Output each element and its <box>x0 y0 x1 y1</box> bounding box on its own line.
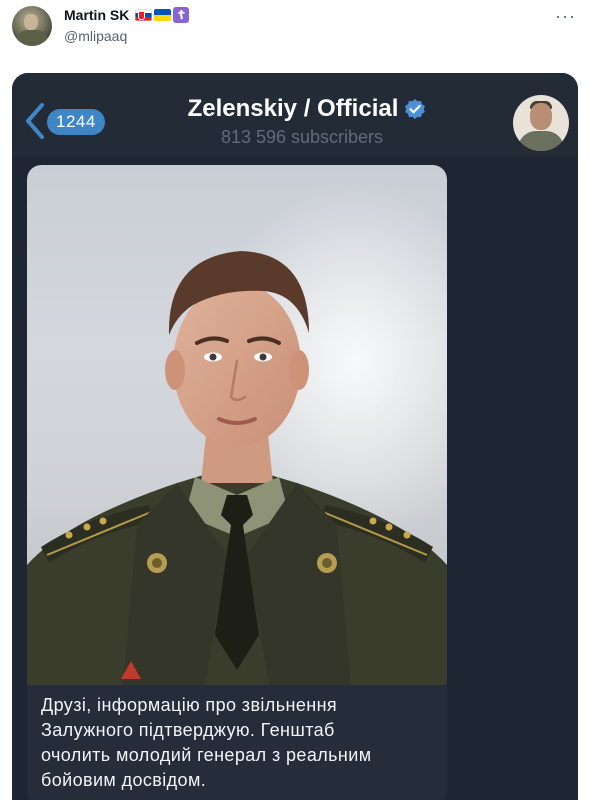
avatar-face <box>24 14 38 30</box>
officer-portrait-illustration <box>27 165 447 685</box>
channel-title: Zelenskiy / Official <box>187 95 399 122</box>
channel-avatar-body <box>518 131 564 151</box>
chevron-left-icon[interactable] <box>20 101 50 141</box>
verified-badge-icon <box>405 99 426 119</box>
flag-emojis: ☦ <box>135 7 190 23</box>
author-name[interactable]: Martin SK <box>64 7 129 23</box>
author-avatar[interactable] <box>12 6 52 46</box>
message-photo[interactable] <box>27 165 447 685</box>
tweet-media-image[interactable]: 1244 Zelenskiy / Official 813 596 subscr… <box>12 73 578 800</box>
author-name-row[interactable]: Martin SK ☦ <box>64 7 190 23</box>
channel-title-row[interactable]: Zelenskiy / Official <box>162 95 452 123</box>
avatar-body <box>16 30 48 46</box>
unread-count-badge[interactable]: 1244 <box>47 109 105 135</box>
more-dots-icon[interactable]: ··· <box>555 6 576 27</box>
slovakia-flag-icon <box>135 9 153 21</box>
channel-avatar-head <box>530 103 552 130</box>
channel-message-bubble[interactable]: Друзі, інформацію про звільнення Залужно… <box>27 165 447 800</box>
subscriber-count: 813 596 subscribers <box>220 127 384 147</box>
channel-avatar[interactable] <box>513 95 569 151</box>
author-handle[interactable]: @mlipaaq <box>64 28 127 44</box>
tweet-header: Martin SK ☦ @mlipaaq ··· <box>0 0 590 60</box>
telegram-channel-header: 1244 Zelenskiy / Official 813 596 subscr… <box>12 73 578 156</box>
message-caption: Друзі, інформацію про звільнення Залужно… <box>41 695 372 790</box>
ukraine-flag-icon <box>154 9 172 21</box>
orthodox-cross-icon: ☦ <box>173 7 190 23</box>
